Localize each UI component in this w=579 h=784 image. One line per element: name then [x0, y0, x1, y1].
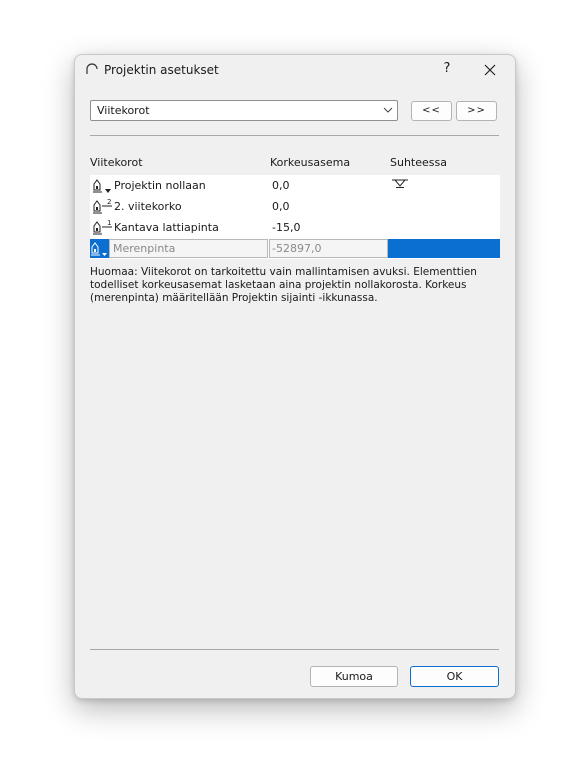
level-elevation: 0,0: [272, 200, 290, 213]
level-name: 2. viitekorko: [114, 200, 182, 213]
divider-top: [90, 135, 499, 136]
window-title: Projektin asetukset: [104, 63, 219, 77]
level-name: Kantava lattiapinta: [114, 221, 219, 234]
info-note: Huomaa: Viitekorot on tarkoitettu vain m…: [90, 266, 477, 304]
app-icon: [86, 63, 98, 74]
column-header-relative: Suhteessa: [390, 156, 447, 169]
project-zero-level-icon: [93, 179, 111, 193]
divider-bottom: [90, 649, 499, 650]
dropdown-value: Viitekorot: [97, 104, 150, 117]
ok-button[interactable]: OK: [410, 666, 499, 687]
previous-button[interactable]: <<: [411, 101, 452, 121]
reference-level-2-icon: 2: [93, 198, 112, 214]
next-button[interactable]: >>: [456, 101, 497, 121]
table-row-selected[interactable]: Merenpinta -52897,0: [90, 238, 500, 259]
level-elevation: -52897,0: [272, 242, 322, 255]
cancel-button[interactable]: Kumoa: [310, 666, 398, 687]
level-name: Merenpinta: [113, 242, 176, 255]
level-elevation: -15,0: [272, 221, 301, 234]
level-name-field[interactable]: Merenpinta: [109, 239, 268, 258]
level-type-dropdown[interactable]: Viitekorot: [90, 100, 398, 121]
help-button[interactable]: ?: [437, 59, 457, 79]
levels-table: Projektin nollaan 0,0 2 2. viitekorko 0,…: [90, 175, 500, 259]
selection-highlight: [90, 239, 109, 258]
chevron-down-icon: [383, 107, 393, 113]
svg-text:1: 1: [107, 219, 111, 227]
title-bar: Projektin asetukset ?: [75, 55, 515, 85]
table-row[interactable]: 1 Kantava lattiapinta -15,0: [90, 217, 500, 238]
table-row[interactable]: 2 2. viitekorko 0,0: [90, 196, 500, 217]
sea-level-icon: [91, 242, 107, 256]
level-name: Projektin nollaan: [114, 179, 206, 192]
column-header-levels: Viitekorot: [90, 156, 143, 169]
project-settings-dialog: Projektin asetukset ? Viitekorot << >> V…: [74, 54, 516, 699]
column-header-elevation: Korkeusasema: [270, 156, 351, 169]
level-elevation-field[interactable]: -52897,0: [269, 239, 388, 258]
table-row[interactable]: Projektin nollaan 0,0: [90, 175, 500, 196]
svg-text:2: 2: [107, 198, 111, 206]
zero-level-marker-icon: [392, 179, 408, 188]
level-elevation: 0,0: [272, 179, 290, 192]
reference-level-1-icon: 1: [93, 219, 112, 235]
relative-to-cell[interactable]: [388, 239, 500, 258]
close-icon[interactable]: [479, 59, 501, 81]
